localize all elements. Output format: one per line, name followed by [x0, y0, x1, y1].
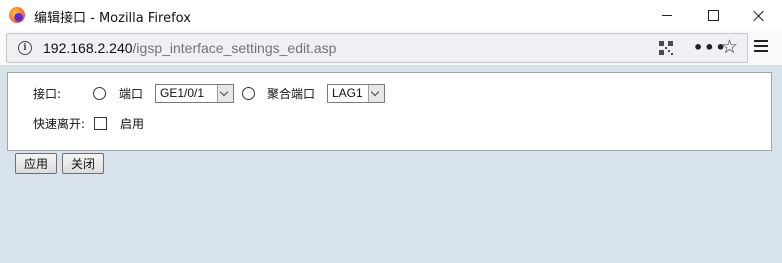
- menu-icon[interactable]: [754, 40, 768, 52]
- address-bar[interactable]: i 192.168.2.240/igsp_interface_settings_…: [6, 33, 748, 63]
- maximize-icon: [707, 10, 719, 21]
- chevron-down-icon: [217, 85, 233, 102]
- lag-option-label: 聚合端口: [267, 87, 316, 101]
- lag-select[interactable]: LAG1: [327, 84, 385, 103]
- page-content: 接口: 端口 GE1/0/1 聚合端口 LAG1 快速离开: 启用 应用 关闭: [0, 66, 782, 263]
- apply-button[interactable]: 应用: [15, 153, 57, 174]
- port-select-value: GE1/0/1: [160, 86, 205, 100]
- interface-label: 接口:: [33, 87, 62, 101]
- close-button[interactable]: 关闭: [62, 153, 104, 174]
- port-select[interactable]: GE1/0/1: [155, 84, 234, 103]
- lag-select-value: LAG1: [332, 86, 363, 100]
- minimize-icon: [662, 15, 672, 16]
- window-title: 编辑接口 - Mozilla Firefox: [34, 11, 191, 26]
- fast-leave-label: 快速离开:: [33, 117, 86, 131]
- port-option-label: 端口: [119, 87, 144, 101]
- close-window-button[interactable]: [736, 0, 782, 31]
- minimize-button[interactable]: [644, 0, 690, 31]
- interface-form-panel: 接口: 端口 GE1/0/1 聚合端口 LAG1 快速离开: 启用: [7, 72, 772, 151]
- window-titlebar: 编辑接口 - Mozilla Firefox: [0, 0, 782, 31]
- qr-code-icon[interactable]: [659, 41, 673, 55]
- url-path: /igsp_interface_settings_edit.asp: [132, 40, 337, 56]
- navigation-toolbar: i 192.168.2.240/igsp_interface_settings_…: [0, 31, 782, 66]
- bookmark-star-icon[interactable]: ☆: [721, 36, 738, 58]
- url-text[interactable]: 192.168.2.240/igsp_interface_settings_ed…: [43, 40, 336, 56]
- info-icon[interactable]: i: [18, 41, 32, 55]
- firefox-logo-icon: [9, 7, 25, 23]
- lag-radio[interactable]: [242, 87, 255, 100]
- close-icon: [753, 10, 765, 22]
- url-host: 192.168.2.240: [43, 40, 133, 56]
- port-radio[interactable]: [93, 87, 106, 100]
- fast-leave-checkbox[interactable]: [94, 117, 107, 130]
- chevron-down-icon: [368, 85, 384, 102]
- fast-leave-checkbox-label: 启用: [120, 117, 145, 131]
- maximize-button[interactable]: [690, 0, 736, 31]
